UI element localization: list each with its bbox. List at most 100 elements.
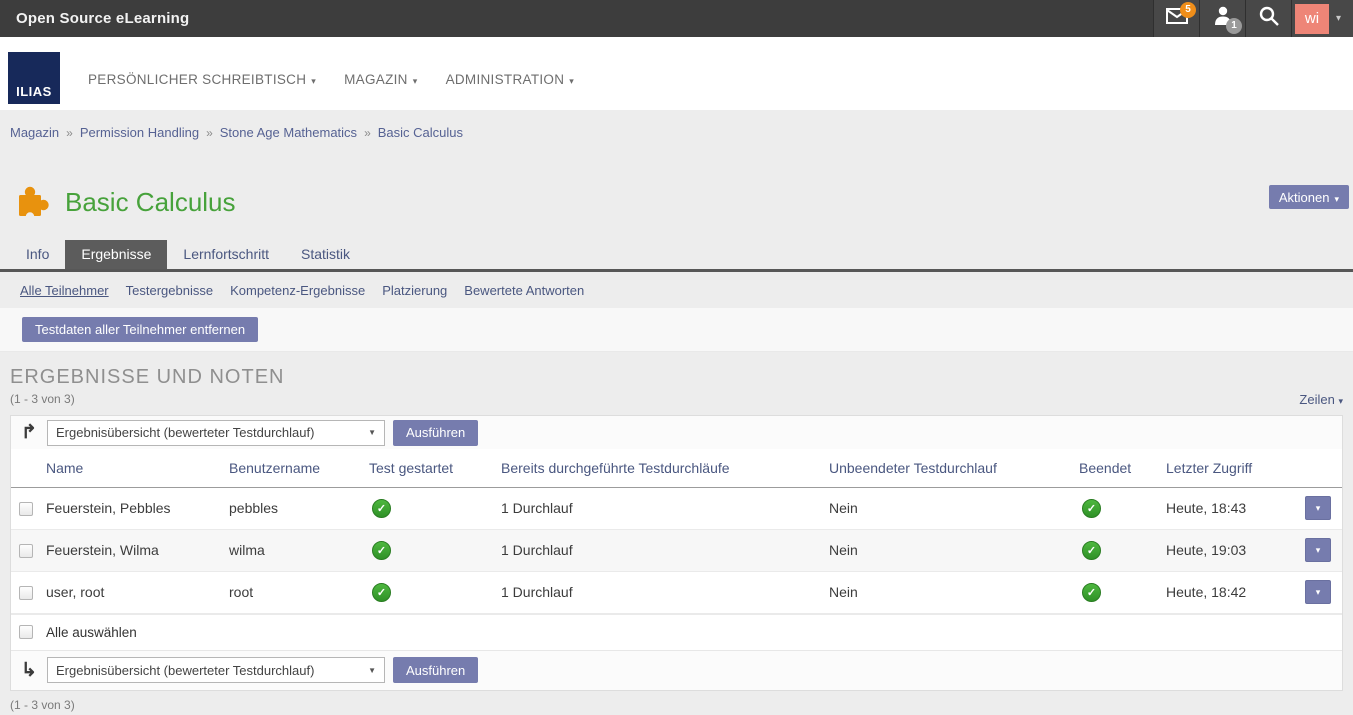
cell-username: root — [229, 571, 369, 613]
result-count-top: (1 - 3 von 3) — [10, 392, 75, 406]
chevron-down-icon: ▾ — [1316, 503, 1321, 514]
rows-label: Zeilen — [1299, 392, 1334, 407]
row-checkbox[interactable] — [19, 502, 33, 516]
check-glyph: ✓ — [377, 502, 386, 515]
cell-runs: 1 Durchlauf — [501, 487, 829, 529]
col-header-letzter-zugriff[interactable]: Letzter Zugriff — [1166, 449, 1305, 487]
breadcrumb-separator: » — [66, 126, 73, 140]
row-actions-dropdown[interactable]: ▾ — [1305, 538, 1331, 562]
select-all-row: Alle auswählen — [11, 614, 1342, 650]
nav-item-administration[interactable]: ADMINISTRATION▾ — [446, 72, 575, 87]
chevron-down-icon: ▾ — [1316, 587, 1321, 598]
bulk-action-select-top[interactable]: Ergebnisübersicht (bewerteter Testdurchl… — [47, 420, 385, 446]
chevron-down-icon: ▾ — [1316, 545, 1321, 556]
nav-item-magazin[interactable]: MAGAZIN▾ — [344, 72, 417, 87]
online-count-badge: 1 — [1226, 18, 1242, 34]
col-header-test-gestartet[interactable]: Test gestartet — [369, 449, 501, 487]
row-checkbox[interactable] — [19, 586, 33, 600]
breadcrumb-item-stone-age-mathematics[interactable]: Stone Age Mathematics — [220, 125, 357, 140]
chevron-down-icon: ▾ — [311, 76, 316, 86]
col-header-beendet[interactable]: Beendet — [1079, 449, 1166, 487]
nav-label: MAGAZIN — [344, 72, 408, 87]
subtab-alle-teilnehmer[interactable]: Alle Teilnehmer — [20, 283, 109, 298]
apply-below-arrow-icon: ↳ — [21, 659, 47, 682]
results-section: ERGEBNISSE UND NOTEN (1 - 3 von 3) Zeile… — [0, 352, 1353, 715]
subtab-kompetenz-ergebnisse[interactable]: Kompetenz-Ergebnisse — [230, 283, 365, 298]
tab-ergebnisse[interactable]: Ergebnisse — [65, 240, 167, 269]
col-header-unbeendeter[interactable]: Unbeendeter Testdurchlauf — [829, 449, 1079, 487]
actions-label: Aktionen — [1279, 190, 1330, 205]
subtab-platzierung[interactable]: Platzierung — [382, 283, 447, 298]
check-glyph: ✓ — [377, 544, 386, 557]
tab-statistik[interactable]: Statistik — [285, 240, 366, 269]
cell-unfinished: Nein — [829, 487, 1079, 529]
breadcrumb-item-magazin[interactable]: Magazin — [10, 125, 59, 140]
cell-unfinished: Nein — [829, 529, 1079, 571]
topbar-actions: 5 1 wi ▾ — [1153, 0, 1353, 37]
cell-last-access: Heute, 18:42 — [1166, 571, 1305, 613]
subtab-bewertete-antworten[interactable]: Bewertete Antworten — [464, 283, 584, 298]
breadcrumb-item-permission-handling[interactable]: Permission Handling — [80, 125, 199, 140]
cell-unfinished: Nein — [829, 571, 1079, 613]
remove-test-data-button[interactable]: Testdaten aller Teilnehmer entfernen — [22, 317, 258, 342]
user-menu-button[interactable]: wi ▾ — [1291, 0, 1353, 37]
mail-count-badge: 5 — [1180, 2, 1196, 18]
check-glyph: ✓ — [1087, 544, 1096, 557]
col-header-name[interactable]: Name — [46, 449, 229, 487]
table-header-row: Name Benutzername Test gestartet Bereits… — [11, 449, 1342, 487]
subtab-testergebnisse[interactable]: Testergebnisse — [126, 283, 213, 298]
nav-label: PERSÖNLICHER SCHREIBTISCH — [88, 72, 306, 87]
rows-dropdown[interactable]: Zeilen ▾ — [1299, 392, 1343, 407]
col-header-durchlaeufe[interactable]: Bereits durchgeführte Testdurchläufe — [501, 449, 829, 487]
who-is-online-button[interactable]: 1 — [1199, 0, 1245, 37]
nav-item-schreibtisch[interactable]: PERSÖNLICHER SCHREIBTISCH ▾ — [88, 72, 316, 87]
breadcrumb-item-basic-calculus[interactable]: Basic Calculus — [378, 125, 463, 140]
actions-button[interactable]: Aktionen▾ — [1269, 185, 1349, 209]
app-title: Open Source eLearning — [16, 10, 189, 27]
apply-above-arrow-icon: ↱ — [21, 421, 47, 444]
table-row: Feuerstein, Pebbles pebbles ✓ 1 Durchlau… — [11, 487, 1342, 529]
col-header-benutzername[interactable]: Benutzername — [229, 449, 369, 487]
mail-button[interactable]: 5 — [1153, 0, 1199, 37]
tab-info[interactable]: Info — [10, 240, 65, 269]
nav-label: ADMINISTRATION — [446, 72, 565, 87]
tab-lernfortschritt[interactable]: Lernfortschritt — [167, 240, 285, 269]
row-actions-dropdown[interactable]: ▾ — [1305, 580, 1331, 604]
check-circle-icon: ✓ — [1082, 583, 1101, 602]
execute-button-bottom[interactable]: Ausführen — [393, 657, 478, 683]
check-glyph: ✓ — [1087, 502, 1096, 515]
check-circle-icon: ✓ — [1082, 541, 1101, 560]
results-table: Name Benutzername Test gestartet Bereits… — [11, 449, 1342, 614]
select-all-label: Alle auswählen — [46, 625, 137, 640]
execute-button-top[interactable]: Ausführen — [393, 420, 478, 446]
cell-username: wilma — [229, 529, 369, 571]
breadcrumb-separator: » — [206, 126, 213, 140]
cell-last-access: Heute, 19:03 — [1166, 529, 1305, 571]
select-all-checkbox[interactable] — [19, 625, 33, 639]
select-caret-icon: ▼ — [368, 428, 376, 437]
main-nav: PERSÖNLICHER SCHREIBTISCH ▾ MAGAZIN▾ ADMI… — [88, 72, 574, 87]
bulk-action-select-bottom[interactable]: Ergebnisübersicht (bewerteter Testdurchl… — [47, 657, 385, 683]
chevron-down-icon: ▾ — [1338, 396, 1343, 406]
cell-name: Feuerstein, Wilma — [46, 529, 229, 571]
check-circle-icon: ✓ — [372, 583, 391, 602]
ilias-logo[interactable]: ILIAS — [8, 52, 60, 104]
chevron-down-icon: ▾ — [1336, 13, 1341, 24]
cell-runs: 1 Durchlauf — [501, 571, 829, 613]
table-meta-row: (1 - 3 von 3) Zeilen ▾ — [10, 392, 1343, 412]
cell-username: pebbles — [229, 487, 369, 529]
row-actions-dropdown[interactable]: ▾ — [1305, 496, 1331, 520]
tab-bar: Info Ergebnisse Lernfortschritt Statisti… — [0, 224, 1353, 272]
avatar: wi — [1295, 4, 1329, 34]
search-button[interactable] — [1245, 0, 1291, 37]
check-circle-icon: ✓ — [1082, 499, 1101, 518]
table-row: Feuerstein, Wilma wilma ✓ 1 Durchlauf Ne… — [11, 529, 1342, 571]
breadcrumb-separator: » — [364, 126, 371, 140]
check-circle-icon: ✓ — [372, 499, 391, 518]
command-strip: Testdaten aller Teilnehmer entfernen — [0, 308, 1353, 352]
breadcrumb: Magazin » Permission Handling » Stone Age Ma… — [0, 110, 1353, 154]
row-checkbox[interactable] — [19, 544, 33, 558]
bulk-action-selected-value: Ergebnisübersicht (bewerteter Testdurchl… — [56, 663, 314, 678]
title-bar: Basic Calculus Aktionen▾ — [0, 154, 1353, 224]
top-bar: Open Source eLearning 5 1 wi ▾ — [0, 0, 1353, 37]
